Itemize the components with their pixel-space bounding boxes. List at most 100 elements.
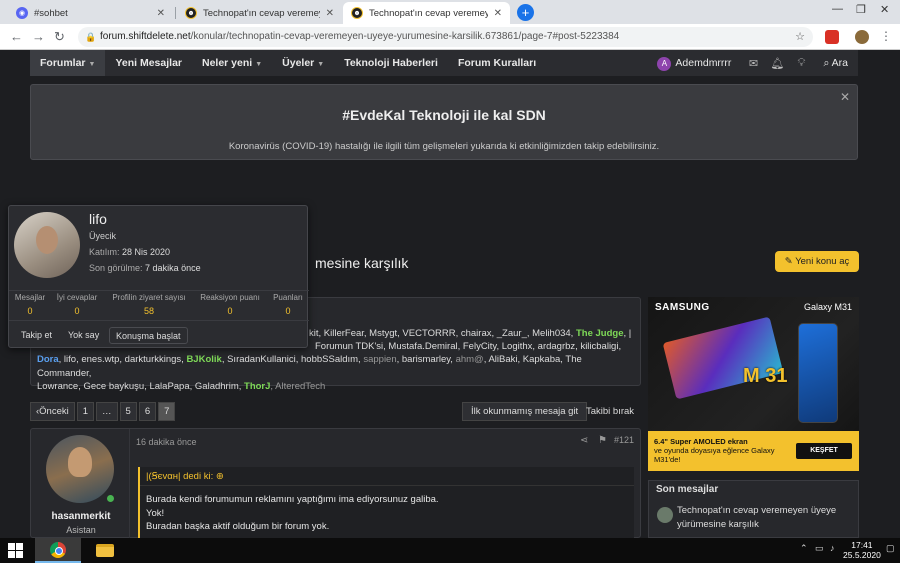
- nav-uyeler[interactable]: Üyeler ▼: [272, 50, 334, 76]
- nav-search[interactable]: ⌕ Ara: [813, 50, 858, 76]
- nav-forum-kurallari[interactable]: Forum Kuralları: [448, 50, 546, 76]
- close-icon[interactable]: ✕: [494, 8, 502, 19]
- url-path: /konular/technopatin-cevap-veremeyen-uye…: [190, 31, 620, 42]
- unfollow-button[interactable]: Takibi bırak: [580, 402, 640, 421]
- post-author[interactable]: hasanmerkit: [49, 511, 113, 522]
- bookmark-icon[interactable]: ⚑: [598, 435, 607, 446]
- page-1[interactable]: 1: [76, 402, 95, 421]
- avatar[interactable]: [14, 212, 80, 278]
- member-joined: Katılım: 28 Nis 2020: [89, 247, 171, 257]
- forward-icon[interactable]: →: [32, 29, 45, 44]
- chevron-down-icon[interactable]: ▼: [255, 61, 262, 68]
- notice-text: Koronavirüs (COVID-19) hastalığı ile ilg…: [228, 141, 660, 152]
- page-5[interactable]: 5: [119, 402, 137, 421]
- url-bar[interactable]: 🔒 forum.shiftdelete.net/konular/technopa…: [78, 27, 813, 47]
- stat-points: Puanları 0: [273, 293, 303, 316]
- avatar: A: [657, 57, 672, 71]
- taskbar-clock[interactable]: 17:41 25.5.2020: [843, 540, 881, 560]
- quote-author[interactable]: |(Ꞩєvαн| dedi ki:: [146, 471, 213, 482]
- bell-icon[interactable]: 🔔︎: [765, 57, 789, 70]
- page-6[interactable]: 6: [138, 402, 157, 421]
- post-time[interactable]: 16 dakika önce: [136, 437, 197, 447]
- prev-page-button[interactable]: ‹Önceki: [30, 402, 75, 421]
- window-close-icon[interactable]: ✕: [880, 3, 889, 16]
- chevron-down-icon[interactable]: ▼: [89, 61, 96, 68]
- post-number[interactable]: #121: [614, 435, 634, 445]
- mail-icon[interactable]: ✉: [741, 57, 765, 70]
- samsung-ad[interactable]: SAMSUNG Galaxy M31 M 31 6.4" Super AMOLE…: [648, 297, 859, 471]
- close-icon[interactable]: ✕: [326, 8, 334, 19]
- online-indicator: [105, 493, 116, 504]
- tray-chevron-up-icon[interactable]: ⌃: [800, 543, 808, 554]
- windows-taskbar: ⌃ ▭ ♪ 17:41 25.5.2020 ▢: [0, 538, 900, 563]
- minimize-icon[interactable]: —: [832, 3, 843, 15]
- browser-tab-bar: ◉ #sohbet ✕ ☻ Technopat'ın cevap veremey…: [0, 0, 900, 24]
- tab-technopat-1[interactable]: ☻ Technopat'ın cevap veremeyen ü ✕: [177, 2, 342, 24]
- nav-forumlar[interactable]: Forumlar ▼: [30, 50, 106, 76]
- site-nav: Forumlar ▼ Yeni Mesajlar Neler yeni ▼ Üyel…: [30, 50, 858, 76]
- reload-icon[interactable]: ↻: [54, 29, 65, 45]
- stat-profile-views: Profilin ziyaret sayısı 58: [112, 293, 186, 316]
- follow-button[interactable]: Takip et: [15, 327, 58, 344]
- address-toolbar: ← → ↻ 🔒 forum.shiftdelete.net/konular/te…: [0, 24, 900, 50]
- member-actions: Takip et Yok say Konuşma başlat: [9, 320, 309, 348]
- notice-banner: #EvdeKal Teknoloji ile kal SDN Koronavir…: [30, 84, 858, 160]
- nav-user[interactable]: A Ademdmrrrr: [647, 50, 741, 76]
- close-icon[interactable]: ✕: [840, 90, 850, 104]
- start-conversation-button[interactable]: Konuşma başlat: [109, 327, 188, 344]
- stat-good-answers: İyi cevaplar 0: [56, 293, 98, 316]
- arrow-up-circle-icon[interactable]: ⊕: [216, 471, 224, 482]
- profile-avatar-icon[interactable]: [855, 30, 869, 44]
- url-host: forum.shiftdelete.net: [100, 31, 191, 42]
- stat-messages: Mesajlar 0: [14, 293, 46, 316]
- technopat-icon: ☻: [351, 7, 363, 19]
- ad-cta-button[interactable]: KEŞFET: [796, 443, 852, 459]
- discord-icon: ◉: [16, 7, 28, 19]
- avatar[interactable]: [46, 435, 114, 503]
- close-icon[interactable]: ✕: [157, 8, 165, 19]
- lock-icon: 🔒: [85, 32, 97, 42]
- pagination: ‹Önceki 1 … 5 6 7: [30, 402, 176, 421]
- ad-phone-image: [798, 323, 838, 423]
- ad-tablet-image: [662, 316, 784, 400]
- taskbar-chrome[interactable]: [35, 538, 81, 563]
- menu-kebab-icon[interactable]: ⋮: [880, 29, 892, 43]
- divider: [129, 429, 130, 539]
- nav-yeni-mesajlar[interactable]: Yeni Mesajlar: [105, 50, 192, 76]
- member-name[interactable]: lifo: [89, 211, 107, 227]
- ad-strip: 6.4" Super AMOLED ekran ve oyunda doyası…: [648, 431, 859, 471]
- latest-message-link[interactable]: Technopat'ın cevap veremeyen üyeye yürüm…: [677, 504, 855, 532]
- tab-technopat-2-active[interactable]: ☻ Technopat'ın cevap veremeyen ü ✕: [343, 2, 510, 24]
- first-unread-button[interactable]: İlk okunmamış mesaja git: [462, 402, 588, 421]
- notification-icon[interactable]: ▢: [886, 543, 895, 554]
- page-7-current[interactable]: 7: [158, 402, 176, 421]
- volume-icon[interactable]: ♪: [830, 543, 835, 553]
- new-thread-button[interactable]: ✎ Yeni konu aç: [775, 251, 859, 272]
- ignore-button[interactable]: Yok say: [62, 327, 105, 344]
- nav-teknoloji-haberleri[interactable]: Teknoloji Haberleri: [334, 50, 448, 76]
- latest-messages: Son mesajlar Technopat'ın cevap veremeye…: [648, 480, 859, 538]
- extension-icon[interactable]: [825, 30, 839, 44]
- post-author-rank: Asistan: [66, 525, 96, 535]
- share-icon[interactable]: ⋖: [580, 435, 588, 446]
- chevron-down-icon[interactable]: ▼: [317, 61, 324, 68]
- notice-title: #EvdeKal Teknoloji ile kal SDN: [342, 107, 546, 123]
- section-heading: Son mesajlar: [656, 484, 719, 495]
- tab-sohbet[interactable]: ◉ #sohbet ✕: [8, 2, 173, 24]
- page-ellipsis[interactable]: …: [96, 402, 118, 421]
- chrome-icon: [50, 541, 66, 558]
- windows-start-icon[interactable]: [8, 543, 24, 559]
- divider: [140, 485, 634, 486]
- member-stats: Mesajlar 0 İyi cevaplar 0 Profilin ziyaret…: [9, 290, 309, 318]
- bulb-icon[interactable]: 💡︎: [789, 57, 813, 70]
- maximize-icon[interactable]: ❐: [856, 3, 866, 16]
- taskbar-explorer[interactable]: [82, 538, 128, 563]
- member-last-seen: Son görülme: 7 dakika önce: [89, 263, 201, 273]
- bookmark-star-icon[interactable]: ☆: [795, 27, 805, 47]
- avatar[interactable]: [657, 507, 673, 523]
- nav-neler-yeni[interactable]: Neler yeni ▼: [192, 50, 272, 76]
- back-icon[interactable]: ←: [10, 29, 23, 44]
- new-tab-button[interactable]: +: [517, 4, 534, 21]
- post: hasanmerkit Asistan 16 dakika önce ⋖ ⚑ #…: [30, 428, 641, 539]
- network-icon[interactable]: ▭: [815, 543, 824, 554]
